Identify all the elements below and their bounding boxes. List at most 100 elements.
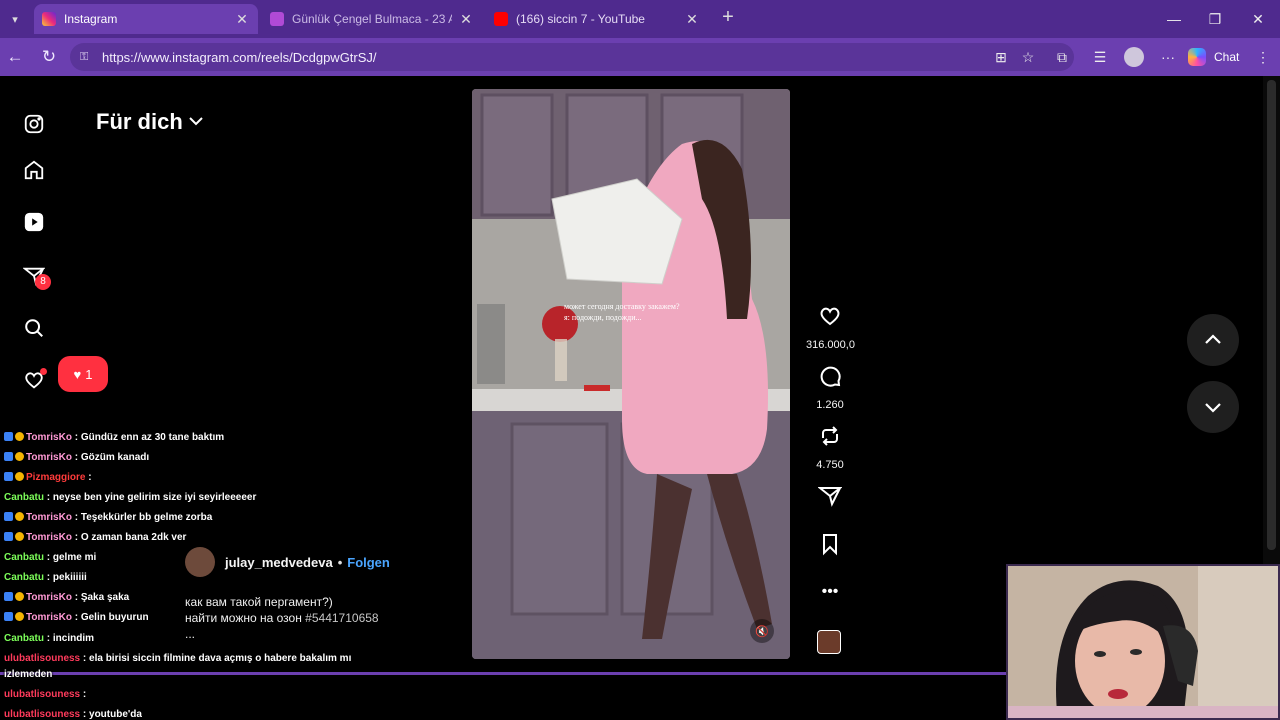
chat-username: ulubatlisouness xyxy=(4,709,81,720)
site-info-icon[interactable]: ⚿ xyxy=(80,51,94,64)
send-icon xyxy=(817,487,843,507)
tab-youtube[interactable]: (166) siccin 7 - YouTube ✕ xyxy=(486,4,708,34)
caption-text: найти можно на озон xyxy=(185,611,306,625)
mute-icon[interactable]: 🔇 xyxy=(750,619,774,643)
follow-button[interactable]: Folgen xyxy=(347,555,390,570)
chat-text: : Gözüm kanadı xyxy=(71,452,150,463)
home-icon[interactable] xyxy=(22,158,46,182)
instagram-favicon-icon xyxy=(42,12,56,26)
chat-badge-icon xyxy=(15,532,24,541)
feed-title[interactable]: Für dich xyxy=(96,109,183,135)
chat-text: izlemeden xyxy=(4,669,53,680)
more-menu-icon[interactable]: ⋮ xyxy=(1252,46,1274,68)
tab-instagram[interactable]: Instagram ✕ xyxy=(34,4,258,34)
caption-more[interactable]: ... xyxy=(185,626,379,642)
repost-button[interactable]: 4.750 xyxy=(806,424,854,471)
reposts-count: 4.750 xyxy=(816,459,844,471)
chat-badge-icon xyxy=(15,432,24,441)
comment-button[interactable]: 1.260 xyxy=(806,364,854,411)
chat-badge-icon xyxy=(15,512,24,521)
reel-caption: как вам такой пергамент?) найти можно на… xyxy=(185,594,379,642)
copilot-chat-button[interactable]: Chat xyxy=(1188,45,1239,69)
chat-text: : Teşekkürler bb gelme zorba xyxy=(71,512,213,523)
chat-text: : ela birisi siccin filmine dava açmış o… xyxy=(80,653,352,664)
reel-video[interactable]: может сегодня доставку закажем? я: подож… xyxy=(472,89,790,659)
chat-badge-icon xyxy=(4,432,13,441)
notification-count: 1 xyxy=(85,366,93,382)
url-field[interactable]: ⚿ https://www.instagram.com/reels/Dcdgpw… xyxy=(70,43,1074,71)
chat-label: Chat xyxy=(1214,50,1240,64)
chat-username: TomrisKo xyxy=(26,452,72,463)
favorites-icon[interactable]: ☰ xyxy=(1089,46,1111,68)
chat-badge-icon xyxy=(4,612,13,621)
notification-popup[interactable]: ♥ 1 xyxy=(58,356,108,392)
chat-username: Canbatu xyxy=(4,492,44,503)
svg-text:я: подожди, подожди...: я: подожди, подожди... xyxy=(564,313,642,322)
chat-username: TomrisKo xyxy=(26,512,72,523)
chat-text: : xyxy=(85,472,92,483)
youtube-favicon-icon xyxy=(494,12,508,26)
reload-icon[interactable]: ↻ xyxy=(36,45,62,69)
chat-username: Canbatu xyxy=(4,552,44,563)
like-button[interactable]: 316.000,0 xyxy=(806,304,855,351)
author-username[interactable]: julay_medvedeva xyxy=(225,555,333,570)
chat-badge-icon xyxy=(15,472,24,481)
tab-cengel-bulmaca[interactable]: Günlük Çengel Bulmaca - 23 Ağust ✕ xyxy=(262,4,482,34)
close-tab-icon[interactable]: ✕ xyxy=(234,11,250,28)
back-icon[interactable]: ← xyxy=(2,45,28,69)
chat-message: TomrisKo : O zaman bana 2dk ver xyxy=(4,532,186,543)
maximize-icon[interactable]: ❐ xyxy=(1202,8,1228,30)
tab-actions-menu-icon[interactable]: ▾ xyxy=(4,8,26,30)
previous-reel-button[interactable] xyxy=(1187,314,1239,366)
chevron-down-icon xyxy=(1205,403,1221,413)
chat-text: : Gelin buyurun xyxy=(71,612,149,623)
separator-dot: • xyxy=(337,554,343,570)
comments-count: 1.260 xyxy=(816,399,844,411)
chat-badge-icon xyxy=(15,452,24,461)
author-avatar[interactable] xyxy=(185,547,215,577)
chat-message: TomrisKo : Teşekkürler bb gelme zorba xyxy=(4,512,212,523)
svg-text:может сегодня доставку закажем: может сегодня доставку закажем? xyxy=(564,302,680,311)
favorite-star-icon[interactable]: ☆ xyxy=(1017,46,1039,68)
chat-message: Canbatu : pekiiiiii xyxy=(4,572,87,583)
chat-username: TomrisKo xyxy=(26,592,72,603)
reels-icon[interactable] xyxy=(22,210,46,234)
chat-message: Pizmaggiore : xyxy=(4,472,92,483)
chat-text: : pekiiiiii xyxy=(44,572,87,583)
chat-text: : neyse ben yine gelirim size iyi seyirl… xyxy=(44,492,257,503)
audio-thumbnail[interactable] xyxy=(817,630,841,654)
caption-hashtag[interactable]: #5441710658 xyxy=(305,611,378,625)
copilot-icon xyxy=(1188,48,1206,66)
likes-count: 316.000,0 xyxy=(806,339,855,351)
app-available-icon[interactable]: ⊞ xyxy=(990,46,1012,68)
extensions-icon[interactable]: ⧉ xyxy=(1051,46,1073,68)
chat-badge-icon xyxy=(4,512,13,521)
repost-icon xyxy=(822,426,838,446)
more-options-icon[interactable]: ··· xyxy=(1157,46,1179,68)
stream-chat-footer xyxy=(0,672,1006,720)
profile-avatar-icon[interactable] xyxy=(1123,46,1145,68)
more-options-button[interactable]: ••• xyxy=(806,580,854,604)
reel-video-frame: может сегодня доставку закажем? я: подож… xyxy=(472,89,790,659)
chevron-down-icon[interactable] xyxy=(188,114,204,128)
next-reel-button[interactable] xyxy=(1187,381,1239,433)
notification-dot xyxy=(40,368,47,375)
minimize-icon[interactable]: — xyxy=(1161,8,1187,30)
save-button[interactable] xyxy=(806,532,854,561)
tab-title: Instagram xyxy=(64,12,118,26)
chat-message: TomrisKo : Şaka şaka xyxy=(4,592,129,603)
chat-message: Canbatu : neyse ben yine gelirim size iy… xyxy=(4,492,256,503)
caption-line: найти можно на озон #5441710658 xyxy=(185,610,379,626)
instagram-logo-icon[interactable] xyxy=(22,112,46,136)
messages-badge: 8 xyxy=(35,274,51,290)
chat-message: TomrisKo : Gözüm kanadı xyxy=(4,452,149,463)
chat-text: : incindim xyxy=(44,633,94,644)
new-tab-icon[interactable]: + xyxy=(716,6,740,30)
chat-username: TomrisKo xyxy=(26,432,72,443)
search-icon[interactable] xyxy=(22,316,46,340)
browser-tab-bar: ▾ Instagram ✕ Günlük Çengel Bulmaca - 23… xyxy=(0,0,1280,38)
close-window-icon[interactable]: ✕ xyxy=(1245,8,1271,30)
close-tab-icon[interactable]: ✕ xyxy=(458,11,474,28)
close-tab-icon[interactable]: ✕ xyxy=(684,11,700,28)
share-button[interactable] xyxy=(806,484,854,513)
